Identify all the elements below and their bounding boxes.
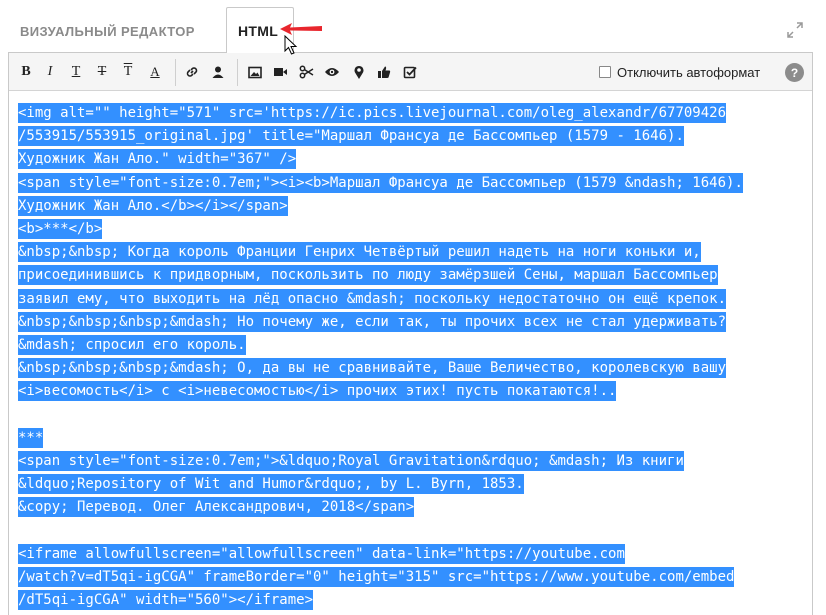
red-arrow-icon: [280, 23, 322, 35]
bold-button[interactable]: B: [17, 63, 35, 81]
underline-button[interactable]: T: [67, 63, 85, 81]
code-line-text: <span style="font-size:0.7em;">&ldquo;Ro…: [18, 450, 684, 471]
code-line-text: &nbsp;&nbsp; Когда король Франции Генрих…: [18, 242, 701, 263]
code-line: &copy; Перевод. Олег Александрович, 2018…: [18, 496, 808, 519]
formatting-toolbar: B I T T T A Отключить автоформат ?: [9, 53, 812, 91]
user-icon[interactable]: [209, 63, 227, 81]
cut-icon[interactable]: [297, 63, 315, 81]
code-line-text: ***: [18, 427, 44, 448]
help-icon[interactable]: ?: [785, 63, 804, 82]
code-line: Художник Жан Ало." width="367" />: [18, 148, 808, 171]
tab-visual-editor[interactable]: ВИЗУАЛЬНЫЙ РЕДАКТОР: [8, 21, 195, 43]
overline-button[interactable]: T: [119, 63, 137, 81]
toolbar-divider: [175, 59, 176, 86]
code-line: /watch?v=dT5qi-igCGA" frameBorder="0" he…: [18, 566, 808, 589]
code-line: &nbsp;&nbsp;&nbsp;&mdash; Но почему же, …: [18, 311, 808, 334]
code-line: <i>весомость</i> с <i>невесомостью</i> п…: [18, 380, 808, 403]
code-line: &mdash; спросил его король.: [18, 334, 808, 357]
code-line-text: &copy; Перевод. Олег Александрович, 2018…: [18, 497, 415, 518]
html-code-textarea[interactable]: <img alt="" height="571" src='https://ic…: [18, 102, 808, 612]
mouse-cursor-icon: [284, 35, 298, 55]
code-line: <b>***</b>: [18, 218, 808, 241]
code-line: заявил ему, что выходить на лёд опасно &…: [18, 288, 808, 311]
link-icon[interactable]: [183, 63, 201, 81]
italic-button[interactable]: I: [41, 63, 59, 81]
code-line-text: <b>***</b>: [18, 218, 103, 239]
image-icon[interactable]: [246, 63, 264, 81]
toolbar-divider: [237, 59, 238, 86]
code-line: <span style="font-size:0.7em;"><i><b>Мар…: [18, 172, 808, 195]
code-line-text: заявил ему, что выходить на лёд опасно &…: [18, 288, 727, 309]
checkbox-icon[interactable]: [401, 63, 419, 81]
code-line-text: /553915/553915_original.jpg' title="Марш…: [18, 126, 684, 147]
code-line: <span style="font-size:0.7em;">&ldquo;Ro…: [18, 450, 808, 473]
code-line: присоединившись к придворным, поскользит…: [18, 264, 808, 287]
code-line-text: &ldquo;Repository of Wit and Humor&rdquo…: [18, 474, 524, 494]
code-line-text: &mdash; спросил его король.: [18, 334, 246, 355]
html-editor: B I T T T A Отключить автоформат ? <img …: [8, 52, 813, 615]
expand-icon[interactable]: [786, 21, 804, 39]
code-line-text: Художник Жан Ало." width="367" />: [18, 149, 297, 170]
code-line: Художник Жан Ало.</b></i></span>: [18, 195, 808, 218]
code-line: <iframe allowfullscreen="allowfullscreen…: [18, 543, 808, 566]
thumbs-up-icon[interactable]: [375, 63, 393, 81]
code-line-text: <iframe allowfullscreen="allowfullscreen…: [18, 543, 625, 564]
code-line-text: &nbsp;&nbsp;&nbsp;&mdash; О, да вы не ср…: [18, 358, 727, 379]
eye-icon[interactable]: [323, 63, 341, 81]
text-color-button[interactable]: A: [146, 63, 164, 81]
code-line: &nbsp;&nbsp;&nbsp;&mdash; О, да вы не ср…: [18, 357, 808, 380]
video-icon[interactable]: [271, 63, 289, 81]
autoformat-label: Отключить автоформат: [617, 64, 761, 80]
autoformat-toggle[interactable]: Отключить автоформат: [599, 64, 760, 80]
code-line-text: <img alt="" height="571" src='https://ic…: [18, 103, 727, 123]
tab-html-label: HTML: [238, 23, 279, 39]
code-line: &nbsp;&nbsp; Когда король Франции Генрих…: [18, 241, 808, 264]
code-line-text: /watch?v=dT5qi-igCGA" frameBorder="0" he…: [18, 566, 735, 587]
code-line-text: <i>весомость</i> с <i>невесомостью</i> п…: [18, 381, 617, 402]
code-line-text: &nbsp;&nbsp;&nbsp;&mdash; Но почему же, …: [18, 311, 727, 332]
code-line: <img alt="" height="571" src='https://ic…: [18, 102, 808, 125]
code-line: /dT5qi-igCGA" width="560"></iframe>: [18, 589, 808, 612]
code-line-text: /dT5qi-igCGA" width="560"></iframe>: [18, 589, 314, 610]
code-line: /553915/553915_original.jpg' title="Марш…: [18, 125, 808, 148]
strikethrough-button[interactable]: T: [93, 63, 111, 81]
code-line-text: присоединившись к придворным, поскользит…: [18, 265, 718, 286]
editor-tabbar: ВИЗУАЛЬНЫЙ РЕДАКТОР HTML: [0, 0, 826, 55]
location-pin-icon[interactable]: [350, 63, 368, 81]
autoformat-checkbox[interactable]: [599, 66, 611, 78]
code-line: ***: [18, 427, 808, 450]
code-line-text: <span style="font-size:0.7em;"><i><b>Мар…: [18, 172, 743, 193]
code-line-text: Художник Жан Ало.</b></i></span>: [18, 195, 288, 216]
code-line: &ldquo;Repository of Wit and Humor&rdquo…: [18, 473, 808, 496]
